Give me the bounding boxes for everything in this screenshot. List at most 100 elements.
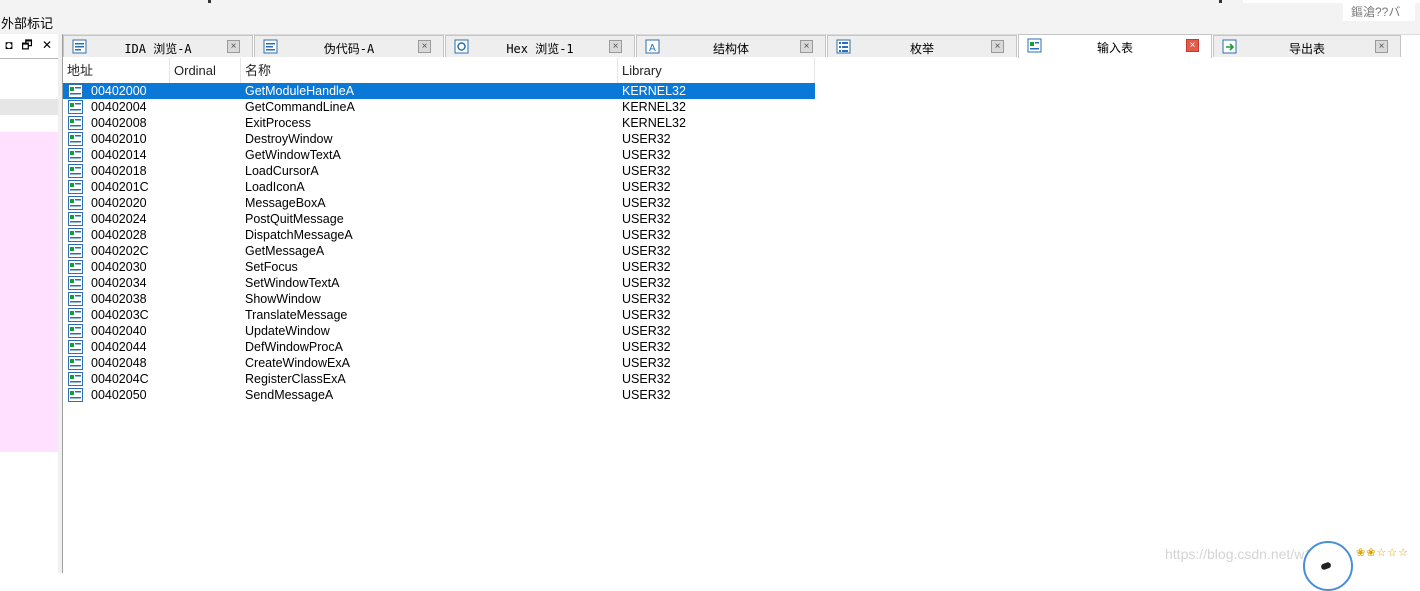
table-row[interactable]: 00402040 UpdateWindow USER32: [63, 323, 815, 339]
column-header-ordinal[interactable]: Ordinal: [170, 58, 241, 84]
name-cell: ShowWindow: [245, 292, 321, 306]
close-tab-icon[interactable]: ×: [1375, 40, 1388, 53]
column-header-address[interactable]: 地址: [63, 58, 170, 84]
import-entry-icon: [68, 100, 83, 114]
name-cell: GetMessageA: [245, 244, 325, 258]
tab-hex-view[interactable]: Hex 浏览-1 ×: [445, 35, 635, 57]
table-body: 00402000 GetModuleHandleA KERNEL32 00402004…: [63, 83, 815, 403]
badge-icon: [1303, 541, 1353, 591]
left-pane-row[interactable]: [0, 99, 58, 115]
table-row[interactable]: 0040201C LoadIconA USER32: [63, 179, 815, 195]
table-row[interactable]: 00402034 SetWindowTextA USER32: [63, 275, 815, 291]
stars-icon: ❀❀☆☆☆: [1356, 547, 1410, 559]
address-cell: 00402048: [91, 356, 147, 370]
hex-view-icon: [454, 39, 469, 54]
address-cell: 0040202C: [91, 244, 149, 258]
import-entry-icon: [68, 260, 83, 274]
address-cell: 00402038: [91, 292, 147, 306]
address-cell: 00402034: [91, 276, 147, 290]
library-cell: USER32: [622, 292, 671, 306]
name-cell: MessageBoxA: [245, 196, 326, 210]
name-cell: SetWindowTextA: [245, 276, 340, 290]
table-row[interactable]: 00402038 ShowWindow USER32: [63, 291, 815, 307]
import-entry-icon: [68, 308, 83, 322]
address-cell: 00402000: [91, 84, 147, 98]
library-cell: USER32: [622, 324, 671, 338]
svg-text:A: A: [649, 43, 656, 54]
library-cell: USER32: [622, 260, 671, 274]
tab-label: 输入表: [1096, 41, 1133, 55]
import-entry-icon: [68, 356, 83, 370]
table-row[interactable]: 0040203C TranslateMessage USER32: [63, 307, 815, 323]
corner-text: 鏂滄??バ: [1343, 3, 1415, 21]
table-row[interactable]: 0040204C RegisterClassExA USER32: [63, 371, 815, 387]
library-cell: USER32: [622, 356, 671, 370]
table-row[interactable]: 00402000 GetModuleHandleA KERNEL32: [63, 83, 815, 99]
close-tab-icon[interactable]: ×: [227, 40, 240, 53]
divider: [0, 58, 58, 59]
name-cell: SendMessageA: [245, 388, 334, 402]
import-entry-icon: [68, 84, 83, 98]
address-cell: 00402004: [91, 100, 147, 114]
restore-icon[interactable]: 🗗: [18, 36, 36, 54]
library-cell: USER32: [622, 308, 671, 322]
table-row[interactable]: 00402008 ExitProcess KERNEL32: [63, 115, 815, 131]
library-cell: KERNEL32: [622, 84, 686, 98]
address-cell: 0040201C: [91, 180, 149, 194]
title-bar-mark: [1219, 0, 1222, 3]
import-entry-icon: [68, 164, 83, 178]
import-entry-icon: [68, 372, 83, 386]
name-cell: TranslateMessage: [245, 308, 348, 322]
name-cell: PostQuitMessage: [245, 212, 344, 226]
close-tab-icon[interactable]: ×: [800, 40, 813, 53]
table-row[interactable]: 00402044 DefWindowProcA USER32: [63, 339, 815, 355]
table-row[interactable]: 00402028 DispatchMessageA USER32: [63, 227, 815, 243]
page-title: 外部标记: [1, 16, 54, 31]
table-header: 地址 Ordinal 名称 Library: [63, 58, 815, 85]
close-tab-icon[interactable]: ×: [1186, 39, 1199, 52]
library-cell: USER32: [622, 148, 671, 162]
name-cell: GetWindowTextA: [245, 148, 341, 162]
tab-label: IDA 浏览-A: [124, 42, 192, 56]
tab-imports[interactable]: 输入表 ×: [1018, 34, 1212, 58]
table-row[interactable]: 00402010 DestroyWindow USER32: [63, 131, 815, 147]
library-cell: USER32: [622, 276, 671, 290]
table-row[interactable]: 0040202C GetMessageA USER32: [63, 243, 815, 259]
library-cell: USER32: [622, 372, 671, 386]
import-entry-icon: [68, 292, 83, 306]
library-cell: USER32: [622, 164, 671, 178]
tab-exports[interactable]: 导出表 ×: [1213, 35, 1401, 57]
table-row[interactable]: 00402014 GetWindowTextA USER32: [63, 147, 815, 163]
table-row[interactable]: 00402020 MessageBoxA USER32: [63, 195, 815, 211]
table-row[interactable]: 00402018 LoadCursorA USER32: [63, 163, 815, 179]
imports-list[interactable]: 地址 Ordinal 名称 Library 00402000 GetModuleH…: [63, 58, 1420, 573]
name-cell: GetCommandLineA: [245, 100, 355, 114]
tab-enums[interactable]: 枚举 ×: [827, 35, 1017, 57]
table-row[interactable]: 00402048 CreateWindowExA USER32: [63, 355, 815, 371]
pin-icon[interactable]: ◘: [0, 36, 18, 54]
address-cell: 00402050: [91, 388, 147, 402]
library-cell: KERNEL32: [622, 116, 686, 130]
library-cell: USER32: [622, 196, 671, 210]
table-row[interactable]: 00402024 PostQuitMessage USER32: [63, 211, 815, 227]
tab-pseudocode[interactable]: 伪代码-A ×: [254, 35, 444, 57]
left-pane-highlight: [0, 132, 58, 452]
name-cell: CreateWindowExA: [245, 356, 350, 370]
tab-ida-view[interactable]: IDA 浏览-A ×: [63, 35, 253, 57]
name-cell: UpdateWindow: [245, 324, 330, 338]
column-header-library[interactable]: Library: [618, 58, 815, 84]
close-tab-icon[interactable]: ×: [609, 40, 622, 53]
name-cell: DispatchMessageA: [245, 228, 353, 242]
address-cell: 0040203C: [91, 308, 149, 322]
tab-structures[interactable]: A 结构体 ×: [636, 35, 826, 57]
table-row[interactable]: 00402050 SendMessageA USER32: [63, 387, 815, 403]
table-row[interactable]: 00402030 SetFocus USER32: [63, 259, 815, 275]
close-tab-icon[interactable]: ×: [991, 40, 1004, 53]
close-icon[interactable]: ✕: [38, 36, 56, 54]
title-bar: 外部标记 鏂滄??バ: [0, 0, 1420, 35]
column-header-name[interactable]: 名称: [241, 58, 618, 84]
table-row[interactable]: 00402004 GetCommandLineA KERNEL32: [63, 99, 815, 115]
name-cell: DefWindowProcA: [245, 340, 343, 354]
close-tab-icon[interactable]: ×: [418, 40, 431, 53]
address-cell: 00402010: [91, 132, 147, 146]
